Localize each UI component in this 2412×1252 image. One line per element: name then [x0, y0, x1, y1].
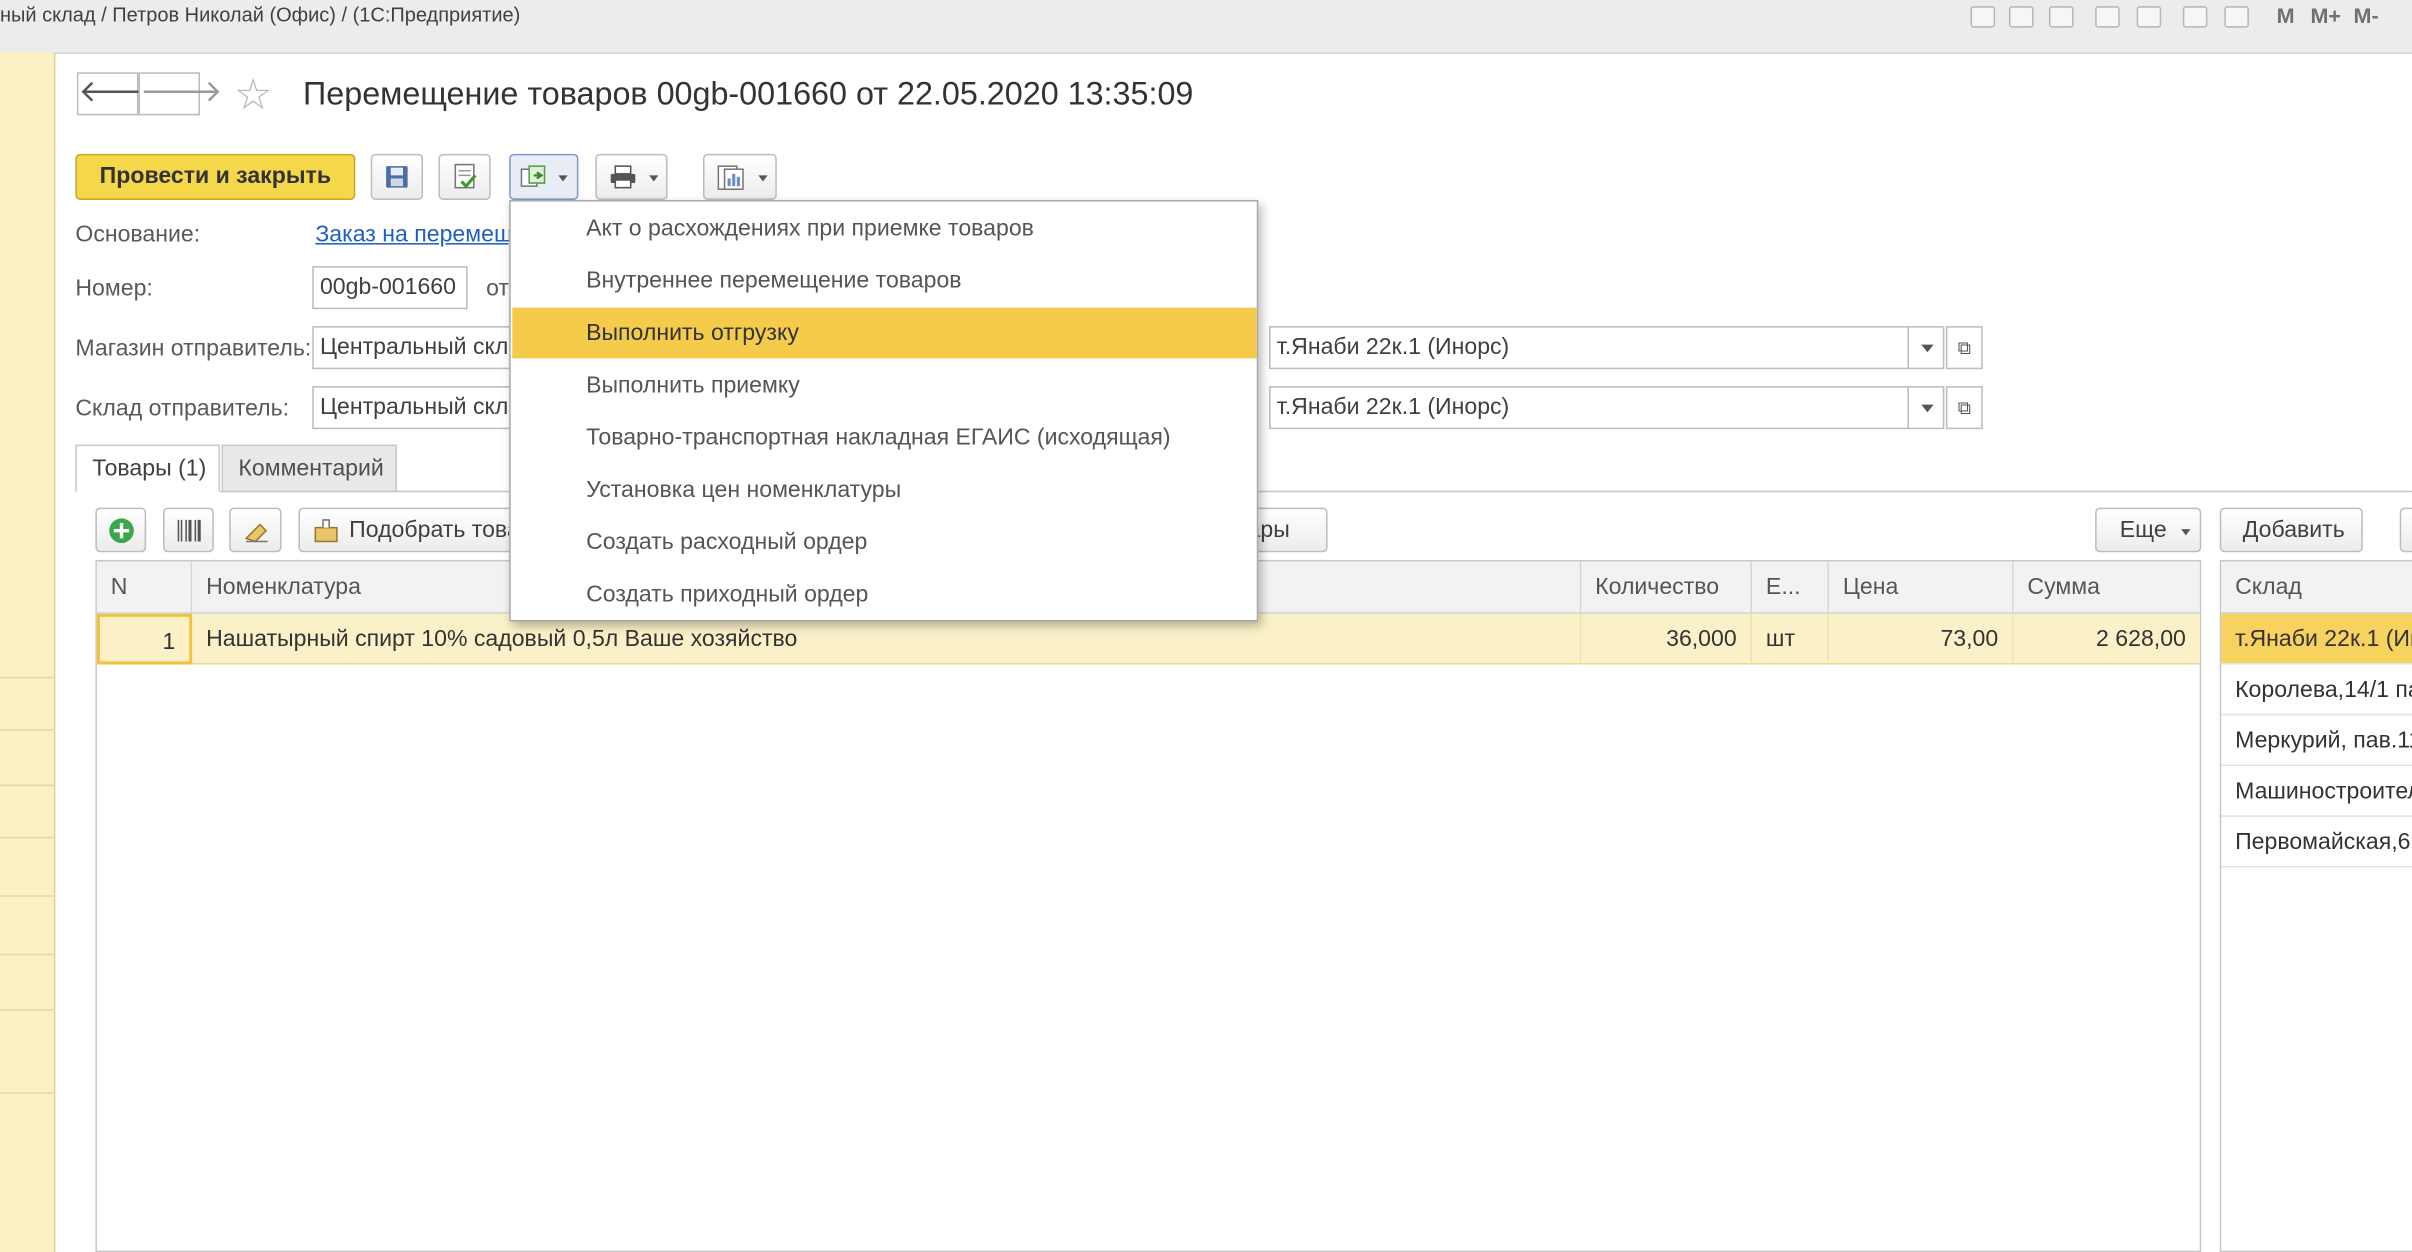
column-header-quantity[interactable]: Количество — [1581, 561, 1753, 614]
save-icon[interactable] — [1970, 6, 1996, 28]
column-header-price[interactable]: Цена — [1828, 561, 2014, 614]
more-button[interactable]: Еще — [2095, 507, 2202, 553]
floppy-icon — [386, 166, 408, 188]
window-titlebar: ный склад / Петров Николай (Офис) / (1С:… — [0, 0, 2412, 54]
column-header-n[interactable]: N — [96, 561, 193, 614]
stores-list[interactable]: Склад т.Янаби 22к.1 (Ин Королева,14/1 па… — [2219, 559, 2412, 1252]
pick-goods-label: Подобрать това — [349, 516, 514, 544]
add-row-button[interactable] — [95, 507, 147, 553]
calculator-icon[interactable] — [2182, 6, 2208, 28]
open-icon: ⧉ — [1957, 336, 1971, 359]
receiver-store-open-button[interactable]: ⧉ — [1945, 326, 1983, 370]
sender-store-field[interactable]: Центральный скла — [312, 326, 528, 370]
list-item[interactable]: Меркурий, пав.11 — [2221, 715, 2412, 767]
window-title: ный склад / Петров Николай (Офис) / (1С:… — [0, 3, 521, 27]
chevron-down-icon — [558, 175, 568, 182]
menu-item-egais-waybill[interactable]: Товарно-транспортная накладная ЕГАИС (ис… — [512, 412, 1257, 463]
add-store-label: Добавить — [2242, 516, 2345, 544]
menu-item-expense-order[interactable]: Создать расходный ордер — [512, 517, 1257, 568]
list-item[interactable]: Машиностроител — [2221, 766, 2412, 817]
printer-icon — [610, 165, 636, 189]
plus-circle-icon — [109, 518, 134, 544]
menu-item-price-setting[interactable]: Установка цен номенклатуры — [512, 465, 1257, 516]
list-item[interactable]: т.Янаби 22к.1 (Ин — [2221, 613, 2412, 665]
sections-panel — [0, 52, 56, 1252]
pick-goods-button[interactable]: Подобрать това — [298, 507, 514, 553]
memory-add-button[interactable]: M+ — [2310, 3, 2341, 28]
print-menu-button[interactable] — [595, 153, 668, 200]
cell-quantity[interactable]: 36,000 — [1581, 613, 1753, 665]
sender-store-label: Магазин отправитель: — [75, 335, 312, 362]
print-icon[interactable] — [2008, 6, 2034, 28]
menu-item-perform-shipment[interactable]: Выполнить отгрузку — [512, 307, 1257, 359]
list-item[interactable]: Королева,14/1 па — [2221, 665, 2412, 716]
receiver-store-field[interactable]: т.Янаби 22к.1 (Инорс) — [1269, 326, 1911, 370]
column-header-sum[interactable]: Сумма — [2013, 561, 2200, 614]
chevron-down-icon — [2181, 529, 2191, 536]
create-based-on-menu: Акт о расхождениях при приемке товаров В… — [509, 199, 1259, 622]
fill-button[interactable] — [229, 507, 282, 553]
back-button[interactable]: 🡐 — [76, 72, 161, 116]
page-title: Перемещение товаров 00gb-001660 от 22.05… — [303, 76, 1194, 113]
calendar-icon[interactable] — [2224, 6, 2249, 28]
forward-button[interactable]: 🡒 — [138, 72, 222, 116]
open-icon: ⧉ — [1957, 396, 1971, 419]
create-based-on-button[interactable] — [509, 153, 579, 200]
menu-item-discrepancy-act[interactable]: Акт о расхождениях при приемке товаров — [512, 203, 1257, 254]
reports-menu-button[interactable] — [702, 153, 777, 200]
receiver-warehouse-open-button[interactable]: ⧉ — [1945, 386, 1983, 430]
scanner-icon[interactable] — [2136, 6, 2162, 28]
memory-button[interactable]: M — [2277, 3, 2295, 28]
column-header-unit[interactable]: Е... — [1752, 561, 1829, 614]
tab-goods[interactable]: Товары (1) — [75, 444, 220, 493]
stores-header: Склад — [2221, 561, 2412, 614]
upload-icon[interactable] — [2095, 6, 2120, 28]
cell-n[interactable]: 1 — [96, 613, 193, 665]
goods-table[interactable]: N Номенклатура Количество Е... Цена Сумм… — [95, 559, 2202, 1252]
barcode-icon — [177, 519, 201, 542]
basis-label: Основание: — [75, 221, 201, 248]
add-store-button[interactable]: Добавить — [2219, 507, 2363, 553]
preview-icon[interactable] — [2048, 6, 2074, 28]
list-item[interactable]: Первомайская,61 — [2221, 817, 2412, 868]
menu-item-internal-transfer[interactable]: Внутреннее перемещение товаров — [512, 255, 1257, 306]
post-button[interactable] — [438, 153, 491, 200]
date-label: от — [486, 275, 509, 302]
more-label: Еще — [2119, 516, 2167, 544]
store-extra-button[interactable] — [2399, 507, 2412, 553]
cell-price[interactable]: 73,00 — [1828, 613, 2014, 665]
arrow-right-icon: 🡒 — [139, 75, 223, 110]
create-based-on-icon — [520, 165, 546, 187]
eraser-icon — [244, 523, 268, 543]
sender-warehouse-label: Склад отправитель: — [75, 395, 290, 422]
number-label: Номер: — [75, 275, 153, 302]
receiver-warehouse-dropdown-button[interactable] — [1907, 386, 1945, 430]
star-icon[interactable]: ☆ — [234, 73, 273, 117]
sender-warehouse-field[interactable]: Центральный скла — [312, 386, 528, 430]
tab-comment[interactable]: Комментарий — [221, 444, 397, 493]
receiver-store-dropdown-button[interactable] — [1907, 326, 1945, 370]
post-and-close-button[interactable]: Провести и закрыть — [75, 153, 356, 200]
report-icon — [717, 165, 744, 190]
memory-subtract-button[interactable]: M- — [2354, 3, 2379, 28]
basis-link[interactable]: Заказ на перемещ — [315, 222, 513, 248]
save-button[interactable] — [370, 153, 424, 200]
chevron-down-icon — [758, 175, 768, 182]
menu-item-receipt-order[interactable]: Создать приходный ордер — [512, 569, 1257, 620]
chevron-down-icon — [649, 175, 659, 182]
receiver-warehouse-field[interactable]: т.Янаби 22к.1 (Инорс) — [1269, 386, 1911, 430]
number-field[interactable]: 00gb-001660 — [312, 266, 468, 310]
cell-sum[interactable]: 2 628,00 — [2013, 613, 2200, 665]
barcode-button[interactable] — [163, 507, 214, 553]
post-document-icon — [454, 163, 477, 189]
cell-unit[interactable]: шт — [1752, 613, 1829, 665]
pick-icon — [314, 519, 338, 543]
menu-item-perform-receipt[interactable]: Выполнить приемку — [512, 360, 1257, 411]
